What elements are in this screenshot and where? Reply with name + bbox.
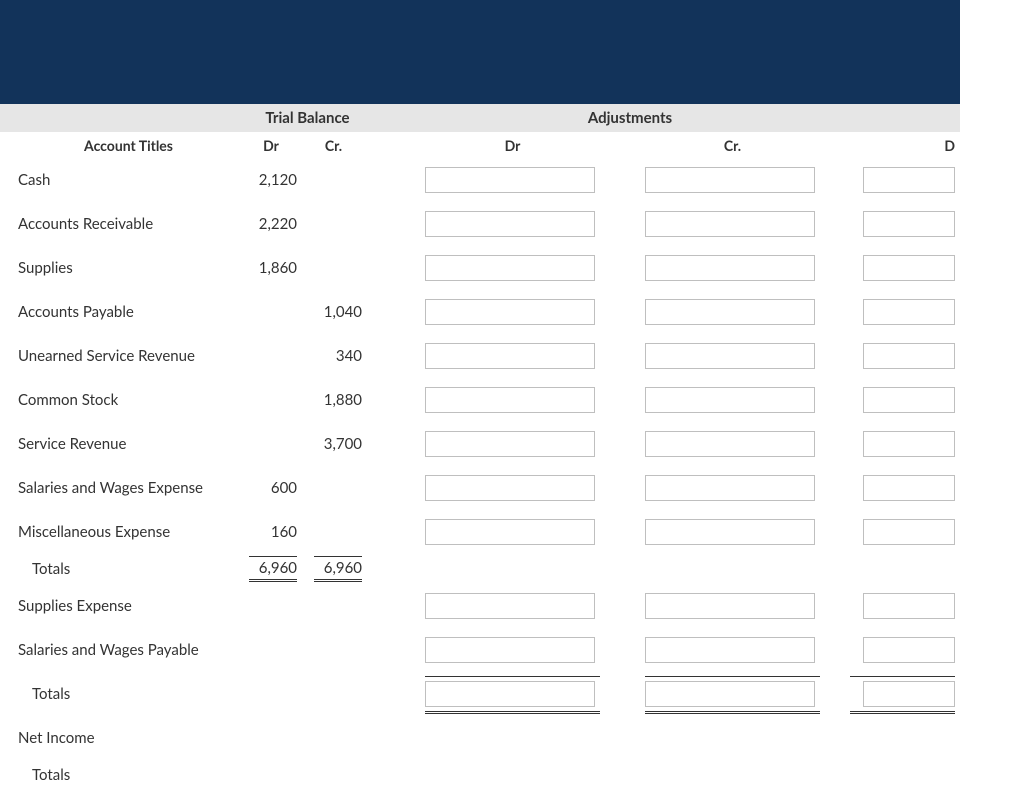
tb-dr-value: 1,860	[245, 259, 305, 277]
table-row: Accounts Receivable2,220	[0, 202, 960, 246]
totals-row-1: Totals 6,960 6,960	[0, 554, 960, 584]
adj-cr-input[interactable]	[645, 637, 815, 663]
adj-cr-input[interactable]	[645, 343, 815, 369]
account-title: Cash	[0, 171, 245, 189]
adj-dr-input[interactable]	[425, 593, 595, 619]
adj-cr-input[interactable]	[645, 299, 815, 325]
extra-total-input[interactable]	[863, 681, 955, 707]
adj-dr-input[interactable]	[425, 255, 595, 281]
table-row: Common Stock 1,880	[0, 378, 960, 422]
extra-input[interactable]	[863, 519, 955, 545]
extra-header: D	[850, 137, 955, 154]
adj-dr-input[interactable]	[425, 519, 595, 545]
tb-cr-value: 340	[305, 347, 370, 365]
totals-label: Totals	[0, 766, 245, 784]
adj-cr-input[interactable]	[645, 519, 815, 545]
account-title: Supplies	[0, 259, 245, 277]
net-income-row: Net Income	[0, 716, 960, 760]
adj-cr-input[interactable]	[645, 211, 815, 237]
account-title: Unearned Service Revenue	[0, 347, 245, 365]
adjustments-header: Adjustments	[530, 109, 730, 127]
totals-tb-cr: 6,960	[305, 556, 370, 582]
adj-dr-input[interactable]	[425, 167, 595, 193]
extra-input[interactable]	[863, 431, 955, 457]
column-header-row: Account Titles Dr Cr. Dr Cr. D	[0, 132, 960, 158]
adj-cr-input[interactable]	[645, 255, 815, 281]
account-title: Service Revenue	[0, 435, 245, 453]
table-row: Service Revenue 3,700	[0, 422, 960, 466]
tb-dr-value: 2,120	[245, 171, 305, 189]
totals-tb-dr: 6,960	[245, 556, 305, 582]
tb-dr-header: Dr	[245, 137, 305, 154]
tb-cr-value: 3,700	[305, 435, 370, 453]
account-title: Supplies Expense	[0, 597, 245, 615]
account-titles-header: Account Titles	[0, 137, 245, 154]
extra-input[interactable]	[863, 387, 955, 413]
table-row: Salaries and Wages Payable	[0, 628, 960, 672]
adj-cr-header: Cr.	[640, 137, 820, 154]
net-income-label: Net Income	[0, 729, 245, 747]
adj-dr-header: Dr	[420, 137, 600, 154]
extra-input[interactable]	[863, 475, 955, 501]
extra-input[interactable]	[863, 593, 955, 619]
extra-input[interactable]	[863, 343, 955, 369]
adj-cr-input[interactable]	[645, 387, 815, 413]
adj-dr-input[interactable]	[425, 475, 595, 501]
table-row: Supplies1,860	[0, 246, 960, 290]
extra-input[interactable]	[863, 637, 955, 663]
adj-cr-input[interactable]	[645, 431, 815, 457]
table-row: Supplies Expense	[0, 584, 960, 628]
totals-label: Totals	[0, 560, 245, 578]
account-title: Miscellaneous Expense	[0, 523, 245, 541]
adj-dr-input[interactable]	[425, 343, 595, 369]
table-row: Accounts Payable 1,040	[0, 290, 960, 334]
adj-dr-input[interactable]	[425, 431, 595, 457]
table-row: Salaries and Wages Expense600	[0, 466, 960, 510]
table-row: Cash2,120	[0, 158, 960, 202]
account-title: Salaries and Wages Payable	[0, 641, 245, 659]
account-title: Accounts Receivable	[0, 215, 245, 233]
adj-cr-input[interactable]	[645, 167, 815, 193]
extra-input[interactable]	[863, 211, 955, 237]
extra-input[interactable]	[863, 167, 955, 193]
tb-cr-header: Cr.	[305, 137, 370, 154]
table-row: Unearned Service Revenue 340	[0, 334, 960, 378]
adj-cr-input[interactable]	[645, 593, 815, 619]
tb-cr-value: 1,040	[305, 303, 370, 321]
totals-label: Totals	[0, 685, 245, 703]
adj-dr-total-input[interactable]	[425, 681, 595, 707]
trial-balance-header: Trial Balance	[245, 109, 370, 127]
adj-dr-input[interactable]	[425, 637, 595, 663]
adj-cr-total-input[interactable]	[645, 681, 815, 707]
account-title: Accounts Payable	[0, 303, 245, 321]
table-row: Miscellaneous Expense160	[0, 510, 960, 554]
header-bar	[0, 0, 960, 104]
totals-row-2: Totals	[0, 672, 960, 716]
extra-input[interactable]	[863, 299, 955, 325]
extra-input[interactable]	[863, 255, 955, 281]
totals-row-3: Totals	[0, 760, 960, 790]
tb-dr-value: 600	[245, 479, 305, 497]
account-title: Common Stock	[0, 391, 245, 409]
account-title: Salaries and Wages Expense	[0, 479, 245, 497]
tb-dr-value: 160	[245, 523, 305, 541]
adj-cr-input[interactable]	[645, 475, 815, 501]
tb-cr-value: 1,880	[305, 391, 370, 409]
worksheet-container: Trial Balance Adjustments Account Titles…	[0, 0, 960, 790]
adj-dr-input[interactable]	[425, 299, 595, 325]
section-header-row: Trial Balance Adjustments	[0, 104, 960, 132]
adj-dr-input[interactable]	[425, 387, 595, 413]
adj-dr-input[interactable]	[425, 211, 595, 237]
tb-dr-value: 2,220	[245, 215, 305, 233]
